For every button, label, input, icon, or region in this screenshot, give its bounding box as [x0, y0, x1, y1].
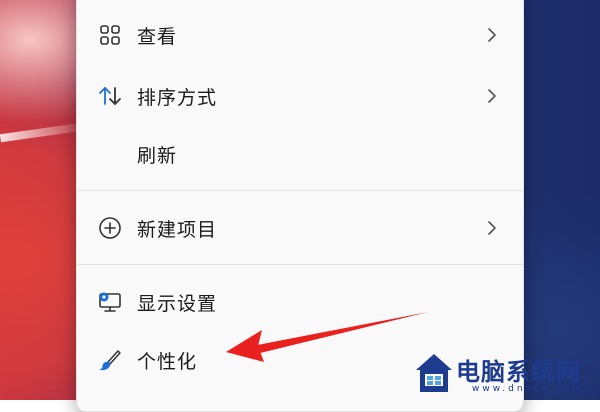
house-logo-icon — [414, 352, 454, 398]
annotation-arrow — [226, 312, 428, 362]
watermark-url: www.dnxtw.com — [472, 384, 585, 394]
watermark-brand: 电脑系统网 — [456, 357, 581, 386]
site-watermark: 电脑系统网 www.dnxtw.com — [414, 350, 600, 400]
